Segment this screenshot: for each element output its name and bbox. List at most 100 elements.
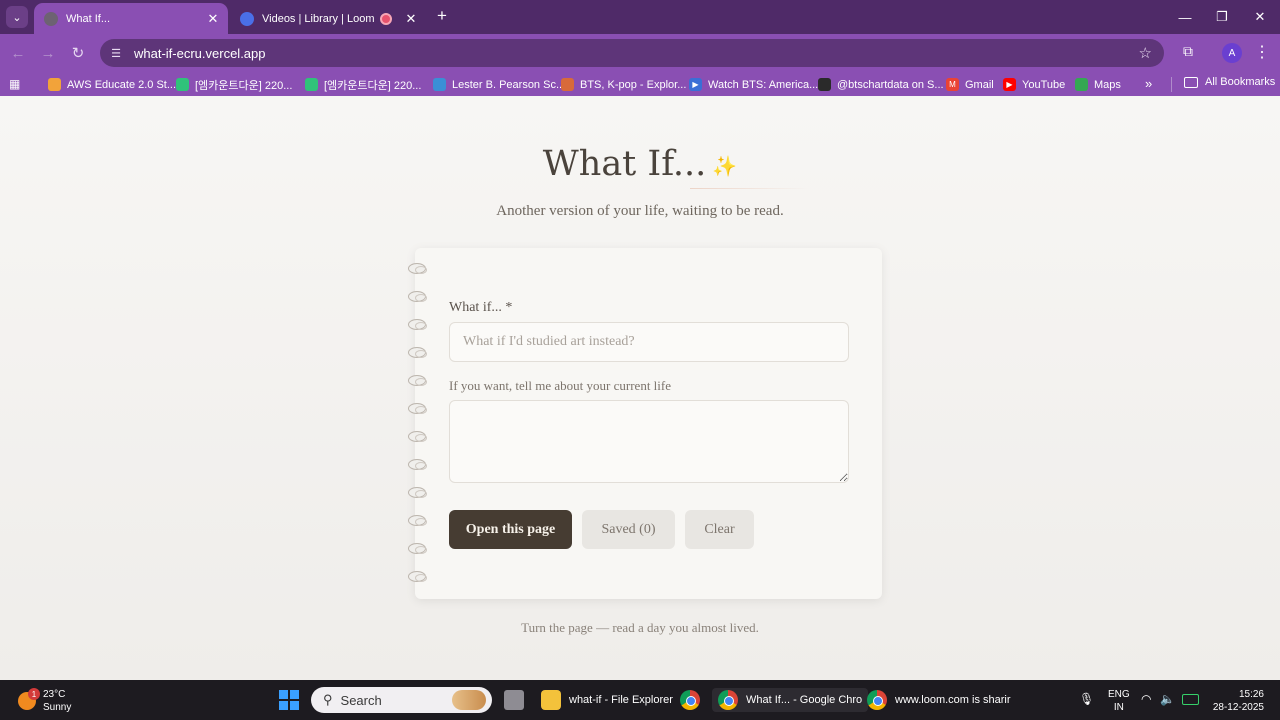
recording-icon <box>380 12 392 25</box>
tab-what-if[interactable]: What If... ✕ <box>34 3 228 34</box>
binder-ring <box>408 291 427 302</box>
close-icon[interactable]: ✕ <box>204 10 222 28</box>
current-life-label: If you want, tell me about your current … <box>449 378 672 393</box>
sun-icon: 1 <box>18 688 40 710</box>
mnet-icon <box>305 78 318 91</box>
taskbar-file-explorer[interactable]: what-if - File Explorer <box>541 688 673 712</box>
windows-start-icon[interactable] <box>279 690 299 710</box>
back-button[interactable]: ← <box>7 42 29 64</box>
chrome-icon <box>718 690 738 710</box>
clock-date: 28-12-2025 <box>1212 702 1264 713</box>
windows-taskbar: 1 23°C Sunny ⚲ Search what-if - File Exp… <box>0 680 1280 720</box>
volume-icon[interactable]: 🔈 <box>1160 692 1175 706</box>
bookmark-bts-explore[interactable]: BTS, K-pop - Explor... <box>561 76 686 93</box>
bookmark-label: AWS Educate 2.0 St... <box>67 78 177 91</box>
bookmark-label: @btschartdata on S... <box>837 78 944 91</box>
page-subtitle: Another version of your life, waiting to… <box>496 203 784 219</box>
apps-grid-icon[interactable]: ▦ <box>9 77 23 91</box>
system-clock[interactable]: 15:26 28-12-2025 <box>1206 688 1264 714</box>
binder-ring <box>408 347 427 358</box>
search-label: Search <box>340 692 382 708</box>
task-view-icon[interactable] <box>504 688 532 712</box>
extensions-icon[interactable]: ⧉ <box>1178 43 1198 63</box>
binder-ring <box>408 375 427 386</box>
new-tab-button[interactable]: + <box>432 6 452 26</box>
language-indicator[interactable]: ENG IN <box>1108 688 1130 714</box>
more-bookmarks-icon[interactable]: » <box>1145 76 1152 91</box>
binder-ring <box>408 403 427 414</box>
open-page-button[interactable]: Open this page <box>449 510 572 549</box>
page-content: What If... ✨ Another version of your life… <box>0 96 1280 680</box>
bookmark-label: Gmail <box>965 78 994 91</box>
site-info-icon[interactable]: ☰ <box>108 47 124 60</box>
school-icon <box>433 78 446 91</box>
bookmark-mcountdown-1[interactable]: [엠카운트다운] 220... <box>176 76 292 93</box>
language-code: ENG <box>1108 689 1130 700</box>
bookmark-btschartdata[interactable]: @btschartdata on S... <box>818 76 944 93</box>
restore-button[interactable]: ❐ <box>1207 7 1237 27</box>
close-window-button[interactable]: ✕ <box>1245 7 1275 27</box>
bookmark-aws[interactable]: AWS Educate 2.0 St... <box>48 76 176 93</box>
taskbar-chrome-loom[interactable]: www.loom.com is sharir <box>867 688 1011 712</box>
folder-icon <box>1184 76 1198 88</box>
taskbar-app-label: What If... - Google Chro <box>746 694 863 706</box>
footer-note: Turn the page — read a day you almost li… <box>521 620 759 635</box>
tab-title: Videos | Library | Loom <box>262 12 375 25</box>
taskbar-search[interactable]: ⚲ Search <box>311 687 492 713</box>
bookmark-label: [엠카운트다운] 220... <box>324 79 422 92</box>
forward-button[interactable]: → <box>37 42 59 64</box>
play-icon: ▶ <box>689 78 702 91</box>
address-bar[interactable]: ☰ what-if-ecru.vercel.app ☆ <box>100 39 1164 67</box>
binder-ring <box>408 515 427 526</box>
bookmark-youtube[interactable]: ▶ YouTube <box>1003 76 1065 93</box>
gmail-icon: M <box>946 78 959 91</box>
more-menu-icon[interactable]: ⋮ <box>1254 42 1270 64</box>
mnet-icon <box>176 78 189 91</box>
bookmark-label: Lester B. Pearson Sc... <box>452 78 566 91</box>
bookmark-star-icon[interactable]: ☆ <box>1139 44 1152 62</box>
bookmark-gmail[interactable]: M Gmail <box>946 76 994 93</box>
bookmark-pearson[interactable]: Lester B. Pearson Sc... <box>433 76 565 93</box>
sparkle-icon: ✨ <box>712 153 738 178</box>
bookmark-mcountdown-2[interactable]: [엠카운트다운] 220... <box>305 76 421 93</box>
current-life-textarea[interactable] <box>449 400 849 483</box>
close-icon[interactable]: ✕ <box>402 10 420 28</box>
binder-ring <box>408 459 427 470</box>
clock-time: 15:26 <box>1238 689 1264 700</box>
tab-loom[interactable]: Videos | Library | Loom ✕ <box>230 3 426 34</box>
bookmark-label: BTS, K-pop - Explor... <box>580 78 687 91</box>
binder-ring <box>408 431 427 442</box>
bookmark-label: YouTube <box>1022 78 1066 91</box>
all-bookmarks-button[interactable]: All Bookmarks <box>1184 76 1275 88</box>
youtube-icon: ▶ <box>1003 78 1016 91</box>
search-highlight-icon <box>452 690 486 710</box>
profile-avatar[interactable]: A <box>1222 43 1242 63</box>
title-underline <box>690 188 810 189</box>
taskbar-chrome[interactable] <box>680 688 708 712</box>
weather-widget[interactable]: 1 23°C Sunny <box>18 688 71 714</box>
wifi-icon[interactable]: ◠ <box>1141 692 1151 706</box>
bookmark-label: Watch BTS: America... <box>708 78 819 91</box>
weather-temp: 23°C <box>43 689 66 700</box>
binder-ring <box>408 263 427 274</box>
reload-button[interactable]: ↻ <box>67 42 89 64</box>
aws-icon <box>48 78 61 91</box>
notification-badge: 1 <box>28 688 40 700</box>
browser-toolbar: ← → ↻ ☰ what-if-ecru.vercel.app ☆ ⧉ A ⋮ <box>0 34 1280 72</box>
saved-button[interactable]: Saved (0) <box>582 510 675 549</box>
what-if-label: What if... * <box>449 300 513 315</box>
bookmark-watch-bts[interactable]: ▶ Watch BTS: America... <box>689 76 818 93</box>
taskbar-chrome-what-if[interactable]: What If... - Google Chro <box>712 688 869 712</box>
divider <box>1171 77 1172 92</box>
what-if-input[interactable] <box>449 322 849 362</box>
taskbar-app-label: www.loom.com is sharir <box>895 694 1011 706</box>
clear-button[interactable]: Clear <box>685 510 754 549</box>
bookmark-maps[interactable]: Maps <box>1075 76 1121 93</box>
tab-search-dropdown[interactable]: ⌄ <box>6 6 28 28</box>
battery-icon[interactable] <box>1182 694 1199 705</box>
binder-ring <box>408 571 427 582</box>
bookmark-label: Maps <box>1094 78 1121 91</box>
bookmarks-bar: ▦ AWS Educate 2.0 St... [엠카운트다운] 220... … <box>0 72 1280 96</box>
microphone-icon[interactable]: 🎙 <box>1079 692 1094 706</box>
minimize-button[interactable]: — <box>1170 7 1200 27</box>
